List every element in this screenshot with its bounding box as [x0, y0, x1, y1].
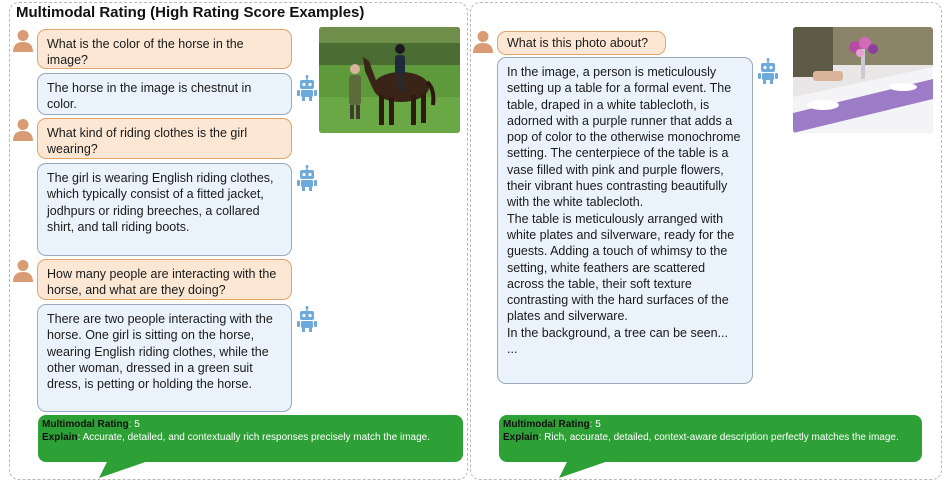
assistant-answer-3: There are two people interacting with th… — [37, 304, 292, 412]
explain-text: : Rich, accurate, detailed, context-awar… — [538, 432, 899, 443]
explain-label: Explain — [503, 432, 539, 443]
assistant-answer-2: The girl is wearing English riding cloth… — [37, 163, 292, 256]
rating-label: Multimodal Rating — [503, 419, 590, 430]
user-question-1: What is this photo about? — [497, 31, 666, 55]
user-question-2: What kind of riding clothes is the girl … — [37, 118, 292, 159]
table-setting-photo — [793, 27, 933, 133]
horse-photo — [319, 27, 460, 133]
robot-icon — [297, 75, 317, 101]
assistant-answer-1: The horse in the image is chestnut in co… — [37, 73, 292, 115]
robot-icon — [297, 165, 317, 191]
user-question-3: How many people are interacting with the… — [37, 259, 292, 300]
figure-title: Multimodal Rating (High Rating Score Exa… — [16, 4, 365, 21]
person-icon — [13, 260, 33, 282]
person-icon — [13, 119, 33, 141]
rating-value: : 5 — [589, 419, 601, 430]
user-question-1: What is the color of the horse in the im… — [37, 29, 292, 69]
assistant-answer-1: In the image, a person is meticulously s… — [497, 57, 753, 384]
rating-label: Multimodal Rating — [42, 419, 129, 430]
rating-value: : 5 — [128, 419, 140, 430]
robot-icon — [297, 306, 317, 332]
callout-tail — [559, 458, 617, 478]
rating-callout: Multimodal Rating: 5 Explain: Accurate, … — [38, 415, 463, 462]
robot-icon — [758, 58, 778, 84]
rating-callout: Multimodal Rating: 5 Explain: Rich, accu… — [499, 415, 922, 462]
explain-text: : Accurate, detailed, and contextually r… — [77, 432, 430, 443]
person-icon — [13, 30, 33, 52]
person-icon — [473, 31, 493, 53]
callout-tail — [99, 458, 157, 478]
explain-label: Explain — [42, 432, 78, 443]
